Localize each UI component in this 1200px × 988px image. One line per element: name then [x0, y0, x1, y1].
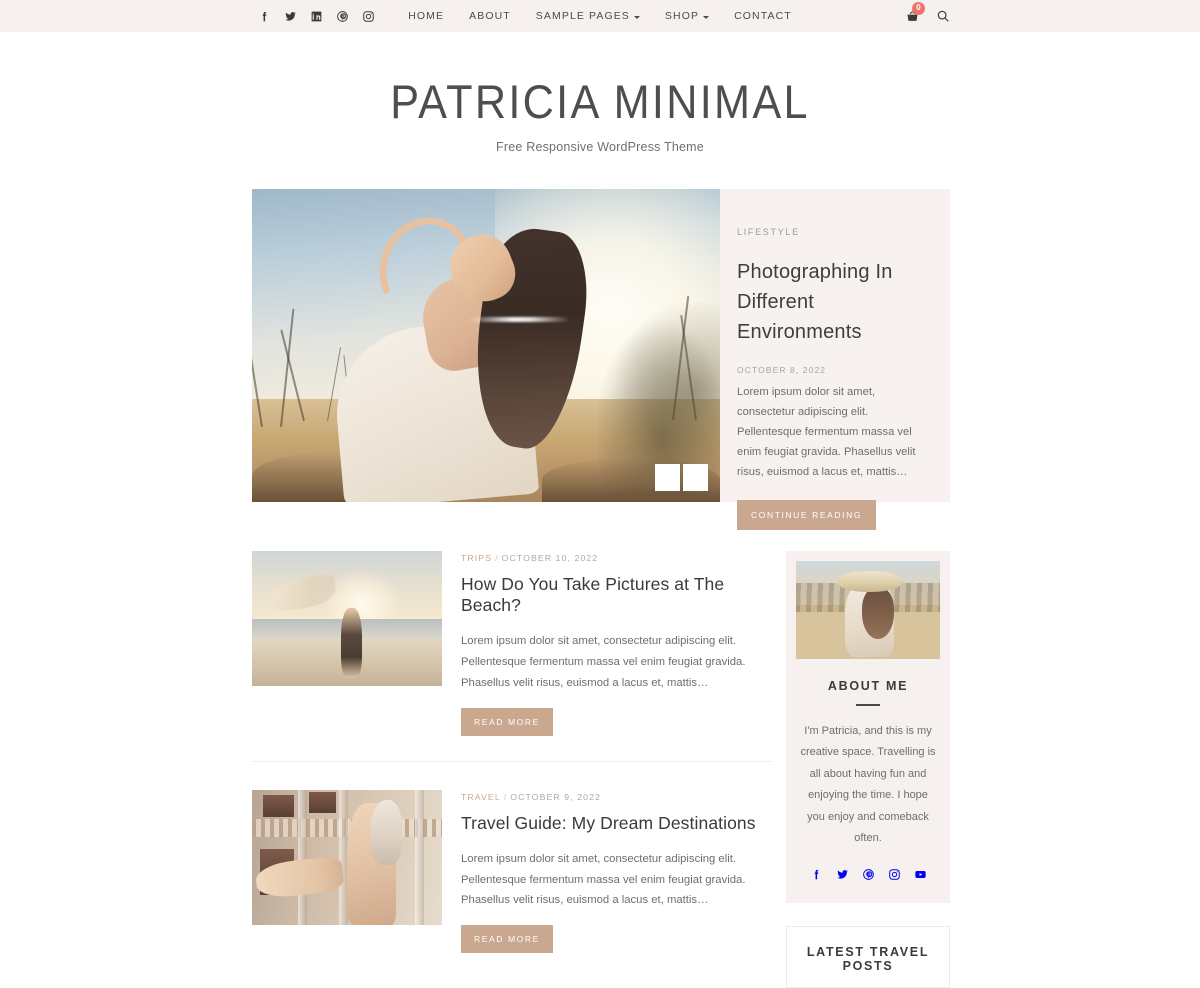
hero-date: OCTOBER 8, 2022 — [737, 365, 827, 375]
cart-button[interactable]: 0 — [905, 1, 925, 24]
cart-count-badge: 0 — [912, 1, 925, 15]
chevron-left-icon — [664, 473, 674, 483]
about-me-text: I'm Patricia, and this is my creative sp… — [800, 725, 936, 845]
post-list: TRIPS / OCTOBER 10, 2022 How Do You Take P… — [252, 551, 772, 978]
thumb-window — [263, 795, 294, 817]
about-me-widget: ABOUT ME I'm Patricia, and this is my cr… — [786, 551, 950, 903]
topbar-actions: 0 — [905, 0, 950, 32]
nav-item-contact[interactable]: CONTACT — [734, 10, 792, 22]
hero-title[interactable]: Photographing In Different Environments — [737, 257, 924, 347]
post-body: TRIPS / OCTOBER 10, 2022 How Do You Take P… — [461, 551, 772, 736]
continue-reading-button[interactable]: CONTINUE READING — [737, 499, 877, 530]
read-more-button[interactable]: READ MORE — [461, 707, 553, 736]
hero-category[interactable]: LIFESTYLE — [737, 227, 924, 237]
twitter-icon[interactable] — [836, 868, 849, 881]
post-date: OCTOBER 9, 2022 — [510, 791, 601, 802]
thumb-column — [297, 789, 307, 925]
post-title[interactable]: How Do You Take Pictures at The Beach? — [461, 574, 772, 616]
search-icon[interactable] — [936, 9, 950, 23]
chevron-down-icon — [633, 15, 640, 19]
slider-prev-button[interactable] — [655, 464, 680, 491]
youtube-icon[interactable] — [914, 868, 927, 881]
photo-subject — [329, 198, 603, 502]
nav-label: SAMPLE PAGES — [535, 10, 630, 22]
read-more-button[interactable]: READ MORE — [461, 925, 553, 954]
post-category[interactable]: TRAVEL — [461, 792, 501, 802]
about-social-links — [796, 868, 940, 881]
post-excerpt: Lorem ipsum dolor sit amet, consectetur … — [461, 635, 746, 689]
photo-lens-flare — [467, 317, 571, 323]
thumb-subject — [341, 607, 363, 678]
post-title[interactable]: Travel Guide: My Dream Destinations — [461, 813, 772, 834]
hero-photo — [252, 189, 720, 502]
about-me-image — [796, 561, 940, 659]
nav-item-about[interactable]: ABOUT — [469, 10, 511, 22]
hero-content: LIFESTYLE Photographing In Different Env… — [720, 189, 950, 530]
slider-controls — [655, 464, 708, 491]
chevron-right-icon — [689, 473, 699, 483]
thumb-window — [309, 792, 336, 813]
hero-image[interactable] — [252, 189, 720, 502]
pinterest-icon[interactable] — [862, 868, 875, 881]
post-item: TRIPS / OCTOBER 10, 2022 How Do You Take P… — [252, 551, 772, 761]
hero-excerpt: Lorem ipsum dolor sit amet, consectetur … — [737, 386, 916, 478]
latest-travel-posts-widget: LATEST TRAVEL POSTS — [786, 925, 950, 988]
post-excerpt: Lorem ipsum dolor sit amet, consectetur … — [461, 852, 746, 907]
about-hat — [836, 570, 903, 593]
latest-travel-posts-title: LATEST TRAVEL POSTS — [806, 944, 930, 973]
nav-label: SHOP — [664, 10, 700, 22]
post-thumbnail[interactable] — [252, 789, 442, 925]
site-tagline: Free Responsive WordPress Theme — [496, 140, 704, 154]
hero-slider: LIFESTYLE Photographing In Different Env… — [252, 189, 950, 530]
top-bar: HOME ABOUT SAMPLE PAGES SHOP CONTACT 0 — [0, 0, 1200, 32]
nav-label: HOME — [408, 10, 445, 22]
main-navigation[interactable]: HOME ABOUT SAMPLE PAGES SHOP CONTACT — [0, 0, 1200, 32]
thumb-hair — [369, 800, 403, 866]
post-item: TRAVEL / OCTOBER 9, 2022 Travel Guide: My … — [252, 760, 772, 979]
nav-label: ABOUT — [469, 10, 511, 22]
post-thumbnail[interactable] — [252, 551, 442, 686]
facebook-icon[interactable] — [810, 868, 823, 881]
meta-separator: / — [503, 791, 508, 802]
post-body: TRAVEL / OCTOBER 9, 2022 Travel Guide: My … — [461, 790, 772, 954]
thumb-column — [415, 789, 425, 925]
nav-item-home[interactable]: HOME — [408, 10, 444, 22]
nav-label: CONTACT — [734, 10, 792, 22]
post-meta: TRIPS / OCTOBER 10, 2022 — [461, 553, 772, 563]
site-header: PATRICIA MINIMAL Free Responsive WordPre… — [0, 32, 1200, 154]
slider-next-button[interactable] — [683, 464, 708, 491]
sidebar: ABOUT ME I'm Patricia, and this is my cr… — [786, 551, 950, 988]
about-hair — [862, 588, 894, 640]
site-title[interactable]: PATRICIA MINIMAL — [390, 78, 810, 125]
instagram-icon[interactable] — [888, 868, 901, 881]
post-meta: TRAVEL / OCTOBER 9, 2022 — [461, 792, 772, 802]
title-divider — [856, 704, 880, 706]
meta-separator: / — [495, 553, 499, 563]
chevron-down-icon — [703, 15, 710, 19]
post-date: OCTOBER 10, 2022 — [501, 553, 599, 563]
about-me-title: ABOUT ME — [827, 679, 909, 693]
nav-item-sample-pages[interactable]: SAMPLE PAGES — [536, 10, 640, 22]
nav-item-shop[interactable]: SHOP — [664, 10, 710, 22]
post-category[interactable]: TRIPS — [461, 553, 492, 563]
